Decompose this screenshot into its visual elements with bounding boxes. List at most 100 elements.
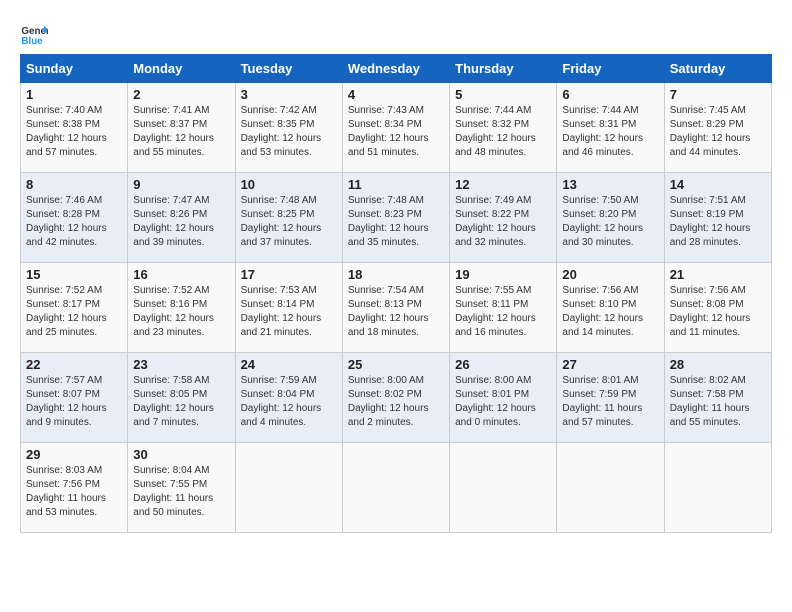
cell-info: Sunrise: 8:02 AM Sunset: 7:58 PM Dayligh… bbox=[670, 374, 766, 430]
cell-info: Sunrise: 7:59 AM Sunset: 8:04 PM Dayligh… bbox=[241, 374, 337, 430]
cell-info: Sunrise: 7:43 AM Sunset: 8:34 PM Dayligh… bbox=[348, 104, 444, 160]
calendar-cell: 22 Sunrise: 7:57 AM Sunset: 8:07 PM Dayli… bbox=[21, 353, 128, 443]
cell-info: Sunrise: 7:57 AM Sunset: 8:07 PM Dayligh… bbox=[26, 374, 122, 430]
day-number: 1 bbox=[26, 87, 122, 102]
svg-text:Blue: Blue bbox=[21, 36, 43, 47]
cell-info: Sunrise: 7:58 AM Sunset: 8:05 PM Dayligh… bbox=[133, 374, 229, 430]
day-number: 12 bbox=[455, 177, 551, 192]
calendar-cell: 10 Sunrise: 7:48 AM Sunset: 8:25 PM Dayli… bbox=[235, 173, 342, 263]
calendar-cell: 29 Sunrise: 8:03 AM Sunset: 7:56 PM Dayli… bbox=[21, 443, 128, 533]
calendar-cell: 12Sunrise: 7:49 AM Sunset: 8:22 PM Dayli… bbox=[450, 173, 557, 263]
calendar-cell: 6 Sunrise: 7:44 AM Sunset: 8:31 PM Daylig… bbox=[557, 83, 664, 173]
cell-info: Sunrise: 8:04 AM Sunset: 7:55 PM Dayligh… bbox=[133, 464, 229, 520]
calendar-cell bbox=[557, 443, 664, 533]
day-number: 6 bbox=[562, 87, 658, 102]
day-number: 18 bbox=[348, 267, 444, 282]
day-number: 3 bbox=[241, 87, 337, 102]
day-number: 11 bbox=[348, 177, 444, 192]
cell-info: Sunrise: 8:00 AM Sunset: 8:02 PM Dayligh… bbox=[348, 374, 444, 430]
day-number: 2 bbox=[133, 87, 229, 102]
calendar-cell: 28 Sunrise: 8:02 AM Sunset: 7:58 PM Dayli… bbox=[664, 353, 771, 443]
cell-info: Sunrise: 7:48 AM Sunset: 8:25 PM Dayligh… bbox=[241, 194, 337, 250]
day-number: 28 bbox=[670, 357, 766, 372]
cell-info: Sunrise: 7:56 AM Sunset: 8:10 PM Dayligh… bbox=[562, 284, 658, 340]
calendar-cell: 25 Sunrise: 8:00 AM Sunset: 8:02 PM Dayli… bbox=[342, 353, 449, 443]
calendar-cell bbox=[450, 443, 557, 533]
calendar-cell: 18 Sunrise: 7:54 AM Sunset: 8:13 PM Dayli… bbox=[342, 263, 449, 353]
calendar-cell: 8 Sunrise: 7:46 AM Sunset: 8:28 PM Daylig… bbox=[21, 173, 128, 263]
calendar-cell: 24 Sunrise: 7:59 AM Sunset: 8:04 PM Dayli… bbox=[235, 353, 342, 443]
calendar-row-3: 22 Sunrise: 7:57 AM Sunset: 8:07 PM Dayli… bbox=[21, 353, 772, 443]
header-day-friday: Friday bbox=[557, 55, 664, 83]
cell-info: Sunrise: 7:47 AM Sunset: 8:26 PM Dayligh… bbox=[133, 194, 229, 250]
calendar-cell: 16Sunrise: 7:52 AM Sunset: 8:16 PM Dayli… bbox=[128, 263, 235, 353]
cell-info: Sunrise: 7:50 AM Sunset: 8:20 PM Dayligh… bbox=[562, 194, 658, 250]
cell-info: Sunrise: 7:51 AM Sunset: 8:19 PM Dayligh… bbox=[670, 194, 766, 250]
calendar-cell: 3 Sunrise: 7:42 AM Sunset: 8:35 PM Daylig… bbox=[235, 83, 342, 173]
cell-info: Sunrise: 7:53 AM Sunset: 8:14 PM Dayligh… bbox=[241, 284, 337, 340]
day-number: 27 bbox=[562, 357, 658, 372]
day-number: 26 bbox=[455, 357, 551, 372]
calendar-cell: 2 Sunrise: 7:41 AM Sunset: 8:37 PM Daylig… bbox=[128, 83, 235, 173]
calendar-row-0: 1 Sunrise: 7:40 AM Sunset: 8:38 PM Daylig… bbox=[21, 83, 772, 173]
calendar-table: SundayMondayTuesdayWednesdayThursdayFrid… bbox=[20, 54, 772, 533]
day-number: 4 bbox=[348, 87, 444, 102]
calendar-cell: 1 Sunrise: 7:40 AM Sunset: 8:38 PM Daylig… bbox=[21, 83, 128, 173]
header-day-monday: Monday bbox=[128, 55, 235, 83]
calendar-cell: 20Sunrise: 7:56 AM Sunset: 8:10 PM Dayli… bbox=[557, 263, 664, 353]
day-number: 10 bbox=[241, 177, 337, 192]
header-day-thursday: Thursday bbox=[450, 55, 557, 83]
header-day-saturday: Saturday bbox=[664, 55, 771, 83]
header-day-tuesday: Tuesday bbox=[235, 55, 342, 83]
day-number: 16 bbox=[133, 267, 229, 282]
calendar-cell: 9 Sunrise: 7:47 AM Sunset: 8:26 PM Daylig… bbox=[128, 173, 235, 263]
header-day-sunday: Sunday bbox=[21, 55, 128, 83]
calendar-cell: 14Sunrise: 7:51 AM Sunset: 8:19 PM Dayli… bbox=[664, 173, 771, 263]
day-number: 15 bbox=[26, 267, 122, 282]
cell-info: Sunrise: 7:44 AM Sunset: 8:31 PM Dayligh… bbox=[562, 104, 658, 160]
cell-info: Sunrise: 7:52 AM Sunset: 8:17 PM Dayligh… bbox=[26, 284, 122, 340]
cell-info: Sunrise: 7:42 AM Sunset: 8:35 PM Dayligh… bbox=[241, 104, 337, 160]
cell-info: Sunrise: 7:55 AM Sunset: 8:11 PM Dayligh… bbox=[455, 284, 551, 340]
day-number: 23 bbox=[133, 357, 229, 372]
cell-info: Sunrise: 8:00 AM Sunset: 8:01 PM Dayligh… bbox=[455, 374, 551, 430]
calendar-cell: 5 Sunrise: 7:44 AM Sunset: 8:32 PM Daylig… bbox=[450, 83, 557, 173]
cell-info: Sunrise: 7:56 AM Sunset: 8:08 PM Dayligh… bbox=[670, 284, 766, 340]
day-number: 17 bbox=[241, 267, 337, 282]
day-number: 22 bbox=[26, 357, 122, 372]
cell-info: Sunrise: 7:46 AM Sunset: 8:28 PM Dayligh… bbox=[26, 194, 122, 250]
calendar-cell bbox=[342, 443, 449, 533]
calendar-header-row: SundayMondayTuesdayWednesdayThursdayFrid… bbox=[21, 55, 772, 83]
day-number: 8 bbox=[26, 177, 122, 192]
cell-info: Sunrise: 7:48 AM Sunset: 8:23 PM Dayligh… bbox=[348, 194, 444, 250]
day-number: 30 bbox=[133, 447, 229, 462]
calendar-cell: 21 Sunrise: 7:56 AM Sunset: 8:08 PM Dayli… bbox=[664, 263, 771, 353]
day-number: 24 bbox=[241, 357, 337, 372]
logo: General Blue bbox=[20, 20, 48, 48]
cell-info: Sunrise: 7:44 AM Sunset: 8:32 PM Dayligh… bbox=[455, 104, 551, 160]
calendar-cell: 26 Sunrise: 8:00 AM Sunset: 8:01 PM Dayli… bbox=[450, 353, 557, 443]
day-number: 9 bbox=[133, 177, 229, 192]
cell-info: Sunrise: 7:40 AM Sunset: 8:38 PM Dayligh… bbox=[26, 104, 122, 160]
calendar-cell: 23 Sunrise: 7:58 AM Sunset: 8:05 PM Dayli… bbox=[128, 353, 235, 443]
calendar-cell: 7 Sunrise: 7:45 AM Sunset: 8:29 PM Daylig… bbox=[664, 83, 771, 173]
calendar-cell bbox=[235, 443, 342, 533]
calendar-cell: 13Sunrise: 7:50 AM Sunset: 8:20 PM Dayli… bbox=[557, 173, 664, 263]
calendar-cell: 17 Sunrise: 7:53 AM Sunset: 8:14 PM Dayli… bbox=[235, 263, 342, 353]
calendar-row-1: 8 Sunrise: 7:46 AM Sunset: 8:28 PM Daylig… bbox=[21, 173, 772, 263]
day-number: 5 bbox=[455, 87, 551, 102]
calendar-cell bbox=[664, 443, 771, 533]
cell-info: Sunrise: 8:03 AM Sunset: 7:56 PM Dayligh… bbox=[26, 464, 122, 520]
day-number: 25 bbox=[348, 357, 444, 372]
calendar-cell: 30 Sunrise: 8:04 AM Sunset: 7:55 PM Dayli… bbox=[128, 443, 235, 533]
cell-info: Sunrise: 7:45 AM Sunset: 8:29 PM Dayligh… bbox=[670, 104, 766, 160]
day-number: 29 bbox=[26, 447, 122, 462]
day-number: 21 bbox=[670, 267, 766, 282]
day-number: 7 bbox=[670, 87, 766, 102]
calendar-cell: 4 Sunrise: 7:43 AM Sunset: 8:34 PM Daylig… bbox=[342, 83, 449, 173]
cell-info: Sunrise: 7:41 AM Sunset: 8:37 PM Dayligh… bbox=[133, 104, 229, 160]
cell-info: Sunrise: 7:54 AM Sunset: 8:13 PM Dayligh… bbox=[348, 284, 444, 340]
calendar-cell: 11 Sunrise: 7:48 AM Sunset: 8:23 PM Dayli… bbox=[342, 173, 449, 263]
calendar-row-2: 15 Sunrise: 7:52 AM Sunset: 8:17 PM Dayli… bbox=[21, 263, 772, 353]
calendar-cell: 27Sunrise: 8:01 AM Sunset: 7:59 PM Dayli… bbox=[557, 353, 664, 443]
